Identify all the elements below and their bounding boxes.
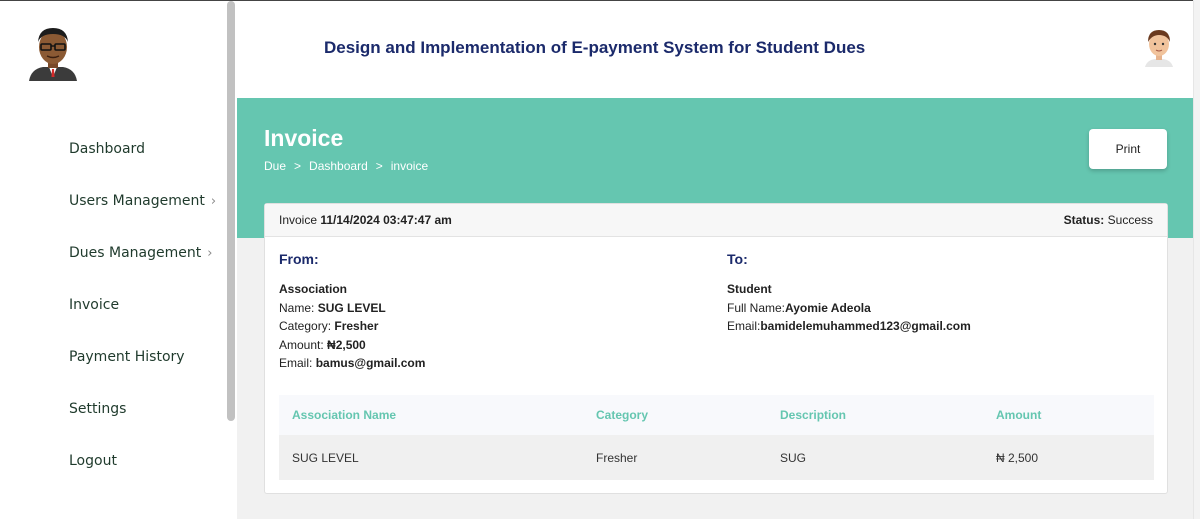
table-cell: SUG — [767, 435, 983, 480]
invoice-card-header: Invoice 11/14/2024 03:47:47 am Status: S… — [265, 204, 1167, 237]
column-header: Amount — [983, 395, 1154, 435]
invoice-label: Invoice — [279, 213, 321, 227]
invoice-items-table: Association Name Category Description Am… — [279, 395, 1154, 480]
to-email-label: Email: — [727, 319, 761, 333]
invoice-datetime-line: Invoice 11/14/2024 03:47:47 am — [279, 213, 452, 227]
sidebar-scrollbar[interactable] — [227, 1, 235, 421]
page-scrollbar[interactable] — [1193, 0, 1200, 519]
app-title: Design and Implementation of E-payment S… — [324, 38, 866, 57]
profile-avatar-icon[interactable] — [27, 25, 79, 81]
invoice-datetime: 11/14/2024 03:47:47 am — [320, 213, 452, 227]
sidebar-item-dues-management[interactable]: Dues Management › — [69, 227, 216, 279]
sidebar-item-dashboard[interactable]: Dashboard — [69, 123, 216, 175]
column-header: Description — [767, 395, 983, 435]
to-fullname: Ayomie Adeola — [785, 300, 871, 315]
invoice-to: To: Student Full Name:Ayomie Adeola Emai… — [727, 250, 971, 336]
from-category-label: Category: — [279, 319, 335, 333]
sidebar-item-label: Logout — [69, 453, 117, 469]
sidebar-item-label: Invoice — [69, 297, 120, 313]
sidebar-item-label: Settings — [69, 401, 127, 417]
sidebar-item-payment-history[interactable]: Payment History — [69, 331, 216, 383]
sidebar: Dashboard Users Management › Dues Manage… — [0, 0, 237, 519]
invoice-from: From: Association Name: SUG LEVEL Catego… — [279, 250, 425, 373]
sidebar-item-logout[interactable]: Logout — [69, 435, 216, 487]
table-cell: Fresher — [583, 435, 767, 480]
table-row: SUG LEVEL Fresher SUG ₦ 2,500 — [279, 435, 1154, 480]
invoice-status: Status: Success — [1064, 213, 1153, 227]
sidebar-item-label: Dashboard — [69, 141, 145, 157]
from-name: SUG LEVEL — [317, 300, 386, 315]
sidebar-item-label: Dues Management — [69, 245, 202, 261]
sidebar-nav: Dashboard Users Management › Dues Manage… — [69, 123, 216, 487]
breadcrumb: Due > Dashboard > invoice — [264, 159, 428, 173]
table-cell: SUG LEVEL — [279, 435, 583, 480]
status-value: Success — [1107, 213, 1153, 227]
sidebar-item-invoice[interactable]: Invoice — [69, 279, 216, 331]
from-email: bamus@gmail.com — [315, 356, 426, 370]
print-button[interactable]: Print — [1089, 129, 1167, 169]
chevron-right-icon: › — [210, 193, 217, 209]
from-entity: Association — [279, 282, 348, 296]
breadcrumb-item-invoice: invoice — [390, 159, 429, 173]
chevron-right-icon: › — [207, 245, 213, 261]
from-amount-label: Amount: — [279, 337, 328, 352]
sidebar-item-label: Payment History — [69, 349, 185, 365]
breadcrumb-item-due[interactable]: Due — [264, 159, 286, 173]
column-header: Association Name — [279, 395, 583, 435]
from-name-label: Name: — [279, 300, 318, 315]
breadcrumb-separator: > — [294, 159, 302, 173]
from-amount: ₦2,500 — [327, 337, 366, 352]
sidebar-item-label: Users Management — [69, 193, 205, 209]
top-header: Design and Implementation of E-payment S… — [237, 0, 1200, 98]
sidebar-item-users-management[interactable]: Users Management › — [69, 175, 216, 227]
status-label: Status: — [1063, 213, 1108, 227]
invoice-card: Invoice 11/14/2024 03:47:47 am Status: S… — [264, 203, 1168, 494]
user-avatar-icon[interactable] — [1143, 27, 1175, 67]
breadcrumb-separator: > — [375, 159, 383, 173]
to-entity: Student — [727, 282, 772, 296]
to-fullname-label: Full Name: — [727, 300, 786, 315]
table-cell: ₦ 2,500 — [983, 435, 1154, 480]
to-email: bamidelemuhammed123@gmail.com — [760, 319, 971, 333]
from-heading: From: — [279, 251, 319, 267]
to-heading: To: — [727, 251, 748, 267]
breadcrumb-item-dashboard[interactable]: Dashboard — [309, 159, 368, 173]
from-category: Fresher — [334, 319, 379, 333]
column-header: Category — [583, 395, 767, 435]
sidebar-item-settings[interactable]: Settings — [69, 383, 216, 435]
page-title: Invoice — [264, 125, 344, 151]
table-header-row: Association Name Category Description Am… — [279, 395, 1154, 435]
from-email-label: Email: — [279, 356, 316, 370]
